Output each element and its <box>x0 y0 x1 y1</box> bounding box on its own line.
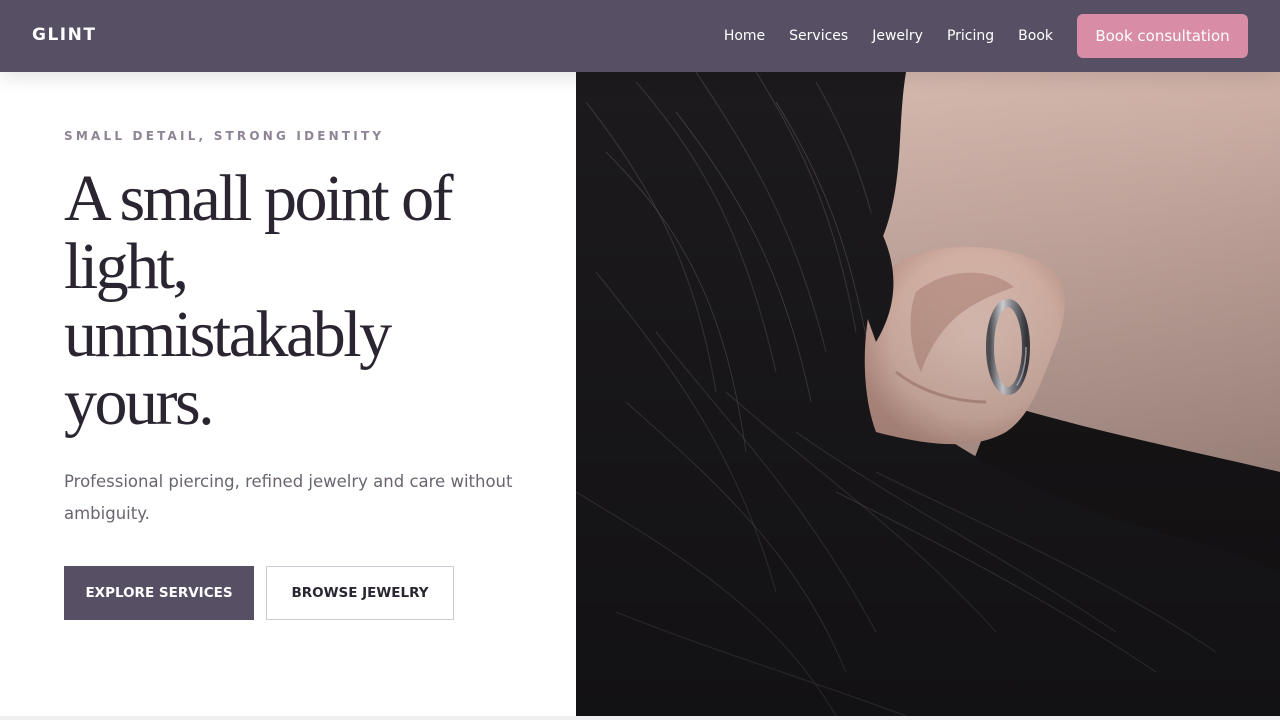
explore-services-button[interactable]: EXPLORE SERVICES <box>64 566 254 620</box>
hero-lede: Professional piercing, refined jewelry a… <box>64 472 513 523</box>
hero-headline: A small point of light, unmistakably you… <box>64 162 454 439</box>
hero-content: SMALL DETAIL, STRONG IDENTITY A small po… <box>0 72 576 716</box>
hero-image <box>576 72 1280 716</box>
nav-link-jewelry[interactable]: Jewelry <box>872 28 923 44</box>
site-logo[interactable]: GLINT <box>32 25 96 45</box>
nav-link-services[interactable]: Services <box>789 28 848 44</box>
nav-link-home[interactable]: Home <box>724 28 765 44</box>
book-consultation-button[interactable]: Book consultation <box>1077 14 1248 58</box>
ear-earring-photo <box>576 72 1280 716</box>
main-nav: Home Services Jewelry Pricing Book <box>724 0 1053 72</box>
nav-link-pricing[interactable]: Pricing <box>947 28 994 44</box>
browse-jewelry-button[interactable]: BROWSE JEWELRY <box>266 566 454 620</box>
hero-eyebrow: SMALL DETAIL, STRONG IDENTITY <box>64 129 385 143</box>
nav-link-book[interactable]: Book <box>1018 28 1053 44</box>
section-divider <box>0 716 1280 720</box>
site-header: GLINT Home Services Jewelry Pricing Book… <box>0 0 1280 72</box>
